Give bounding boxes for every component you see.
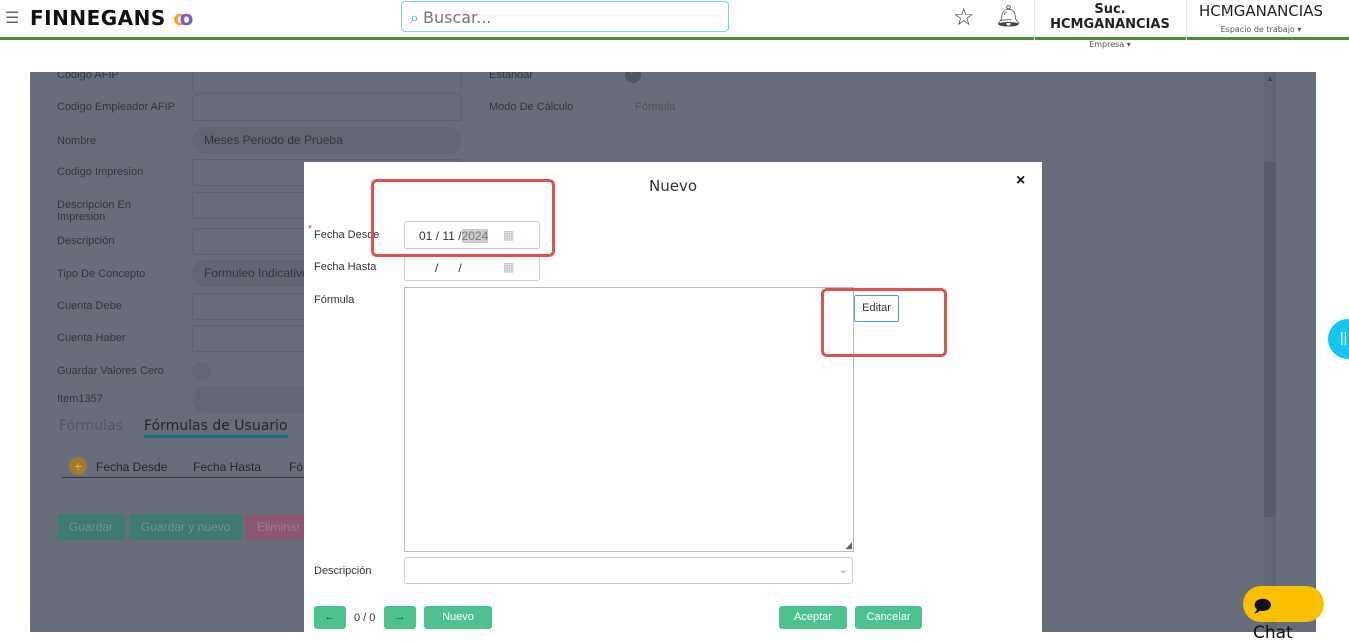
previous-arrow-button[interactable]: ← [314,606,346,629]
field-label: Nombre [57,135,97,147]
codigo-empleador-input [192,94,462,121]
formula-label: Fórmula [314,294,355,306]
favorites-star-icon[interactable]: ☆ [953,3,975,32]
guardar-ceros-toggle [192,362,210,380]
hamburger-menu-icon[interactable]: ☰ [5,8,19,28]
scroll-up-icon: ▲ [1266,74,1274,83]
close-icon[interactable]: × [1016,172,1025,190]
nuevo-button[interactable]: Nuevo [424,606,492,629]
check-icon: ✓ [625,72,641,83]
workspace-selector[interactable]: HCMGANANCIAS Espacio de trabajo ▾ [1188,2,1334,34]
formula-textarea[interactable]: ◢ [404,287,854,552]
calendar-icon[interactable]: ▦ [503,260,514,274]
codigo-afip-input [192,72,462,93]
field-label: Item1357 [57,393,103,405]
cancelar-button[interactable]: Cancelar [855,606,922,629]
aceptar-button[interactable]: Aceptar [779,606,847,629]
save-button: Guardar [57,514,126,540]
field-label: Guardar Valores Cero [57,365,164,377]
field-value: Fórmula [635,101,676,113]
save-new-button: Guardar y nuevo [129,514,243,540]
divider [1034,0,1035,40]
field-label: Tipo De Concepto [57,268,146,280]
divider [1186,0,1187,40]
pager-count: 0 / 0 [354,612,376,624]
field-label: Cuenta Debe [57,300,122,312]
field-label: Descripción [57,235,115,247]
divider [62,477,304,478]
side-panel-handle-icon[interactable]: || [1328,319,1349,359]
highlight-box [371,179,555,257]
descripcion-label: Descripción [314,565,372,577]
company-selector[interactable]: Suc. HCMGANANCIAS Empresa ▾ [1036,2,1184,49]
field-label: Descripcion En Impresion [57,199,131,223]
field-label: Codigo AFIP [57,72,119,81]
column-header: Fó [289,460,304,474]
resize-handle-icon[interactable]: ◢ [845,540,852,551]
column-header: Fecha Desde [96,460,168,474]
new-formula-dialog: Nuevo × * Fecha Desde 01 / 11 /2024 ▦ Fe… [304,162,1042,642]
column-header: Fecha Hasta [193,460,262,474]
descripcion-select[interactable]: ⌄ [404,557,853,584]
fecha-hasta-input[interactable]: / / ▦ [404,254,540,281]
field-label: Modo De Cálculo [489,101,574,113]
search-input[interactable]: ⌕ Buscar... [401,1,729,32]
highlight-box [821,288,947,357]
tab-formulas: Fórmulas [59,418,123,434]
notifications-bell-icon[interactable]: 🔔︎ [995,5,1022,29]
chat-button[interactable]: 🗩︎ Chat [1243,586,1324,643]
scrollbar-thumb [1264,162,1276,517]
chevron-down-icon: ⌄ [838,564,848,576]
fecha-hasta-label: Fecha Hasta [314,261,377,273]
field-label: Codigo Impresion [57,166,144,178]
field-label: Codigo Empleador AFIP [57,101,176,113]
top-header: ☰ FINNEGANS co ⌕ Buscar... ☆ 🔔︎ Suc. HCMG… [0,0,1349,49]
add-icon: + [69,457,87,475]
nombre-input: Meses Periodo de Prueba [192,127,462,154]
logo[interactable]: FINNEGANS co [30,6,194,30]
required-marker: * [308,224,312,235]
fecha-desde-label: Fecha Desde [314,229,380,241]
field-label: Estandar [489,72,534,81]
search-icon: ⌕ [410,8,419,27]
field-label: Cuenta Haber [57,332,126,344]
tab-formulas-usuario: Fórmulas de Usuario [144,418,288,438]
next-arrow-button[interactable]: → [384,606,416,629]
chat-bubble-icon: 🗩︎ [1253,597,1272,617]
